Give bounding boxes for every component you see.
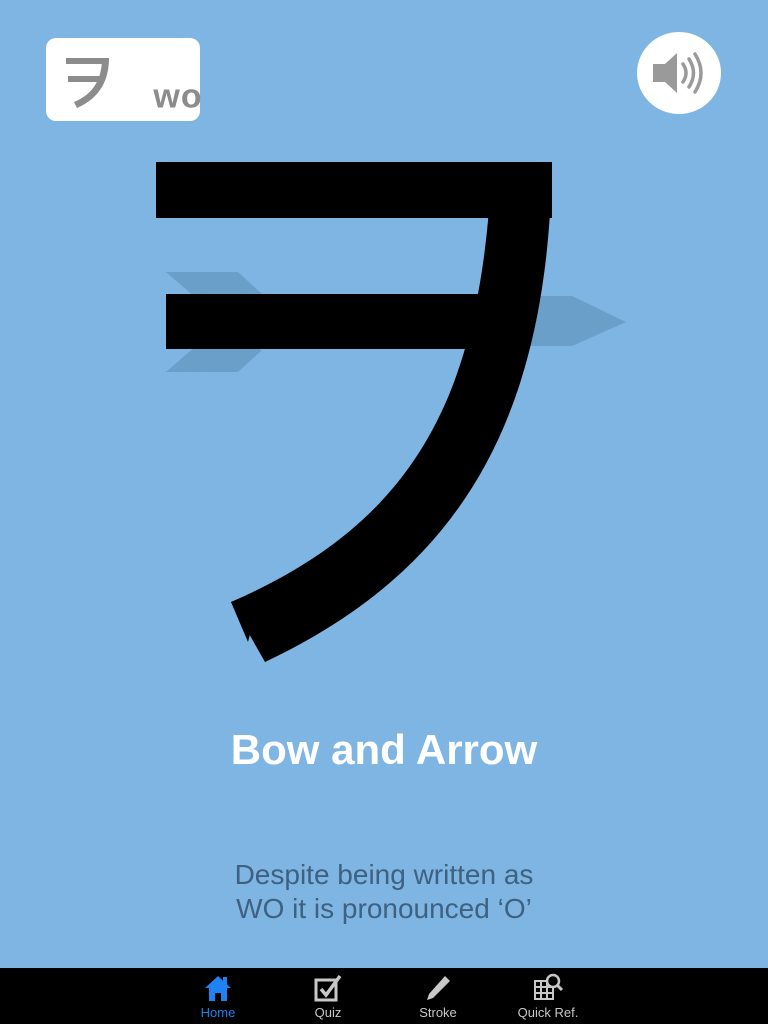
description-line: WO it is pronounced ‘O’ [236,893,532,924]
description-line: Despite being written as [234,859,534,890]
flashcard-screen: wo Bow and Arrow Despite being written a… [0,0,768,1024]
kana-wo-strokes [156,162,552,662]
tab-label: Quiz [314,1005,342,1020]
tab-bar: Home Quiz Stroke Quick Ref. [0,968,768,1024]
tab-label: Stroke [419,1005,457,1020]
kana-illustration [156,162,626,662]
tab-home[interactable]: Home [173,968,263,1024]
tab-quick-ref[interactable]: Quick Ref. [503,968,593,1024]
card-title: Bow and Arrow [230,726,538,773]
checkbox-icon [314,974,342,1002]
home-icon [205,976,231,1001]
tab-label: Home [200,1005,236,1020]
pencil-icon [427,976,450,1000]
card-description: Despite being written as WO it is pronou… [0,858,768,926]
tab-stroke[interactable]: Stroke [393,968,483,1024]
tab-quiz[interactable]: Quiz [283,968,373,1024]
tab-label: Quick Ref. [517,1005,579,1020]
grid-search-icon [534,973,563,1000]
